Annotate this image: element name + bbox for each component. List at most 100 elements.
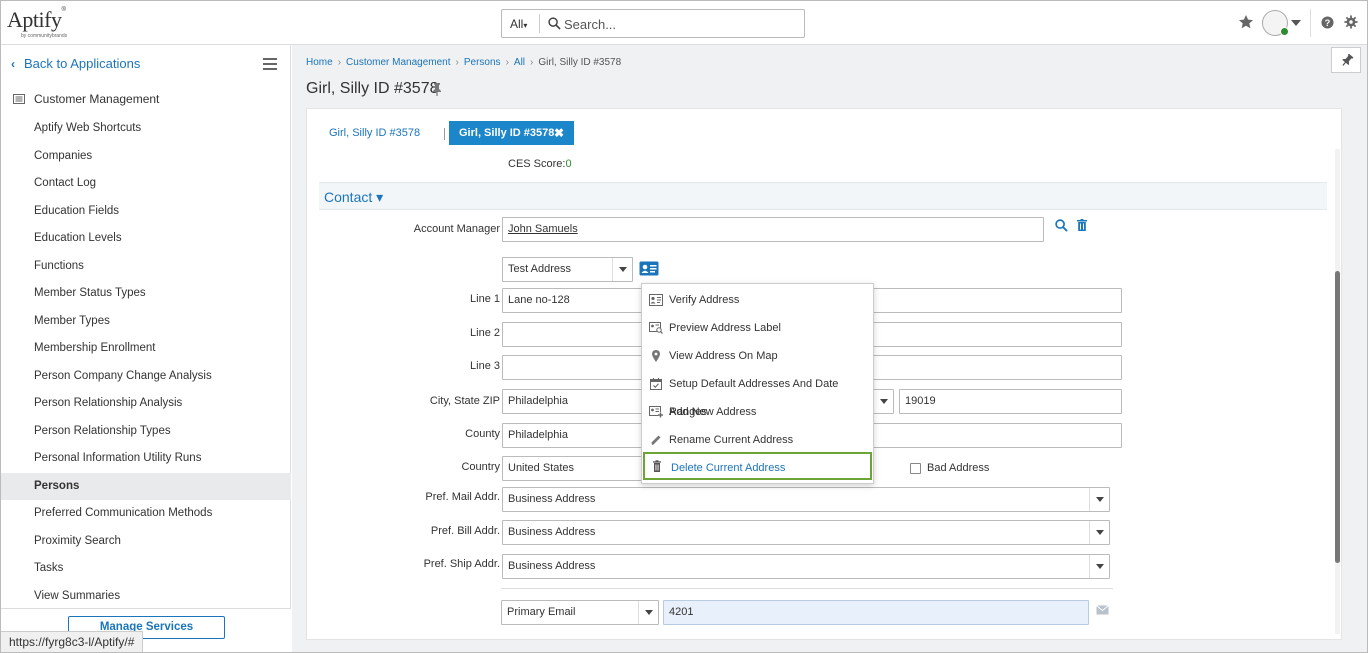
sidebar-item-proximity-search[interactable]: Proximity Search	[1, 528, 291, 556]
county-value: Philadelphia	[508, 429, 568, 441]
tab-person-record-active[interactable]: Girl, Silly ID #3578 ✖	[449, 121, 574, 145]
trash-icon[interactable]	[1077, 219, 1087, 231]
breadcrumb-customer-management[interactable]: Customer Management	[346, 57, 451, 68]
sidebar-item-education-fields[interactable]: Education Fields	[1, 198, 291, 226]
sidebar-item-functions[interactable]: Functions	[1, 253, 291, 281]
pin-panel-button[interactable]	[1331, 47, 1361, 73]
aptify-logo[interactable]: Aptify® by communitybrands	[7, 7, 73, 41]
back-to-applications-link[interactable]: ‹ Back to Applications	[11, 56, 140, 71]
breadcrumb-separator-icon: ›	[530, 57, 534, 68]
pref-ship-label: Pref. Ship Addr.	[423, 558, 500, 570]
menu-item-setup-default-addresses[interactable]: Setup Default Addresses And Date Ranges	[642, 370, 873, 418]
global-search: All▾	[501, 9, 805, 38]
menu-item-delete-current-address[interactable]: Delete Current Address	[643, 452, 872, 480]
breadcrumb-persons[interactable]: Persons	[464, 57, 501, 68]
pref-bill-select[interactable]: Business Address	[502, 520, 1110, 545]
address-search-icon	[649, 322, 663, 334]
city-state-zip-label: City, State ZIP	[429, 395, 500, 407]
breadcrumb-current: Girl, Silly ID #3578	[538, 57, 622, 68]
search-input[interactable]	[564, 14, 794, 34]
chevron-down-icon	[873, 390, 893, 413]
user-avatar[interactable]	[1262, 10, 1289, 36]
zip-field[interactable]: 19019	[899, 389, 1122, 414]
chevron-down-icon	[1089, 555, 1109, 578]
email-value: 4201	[669, 606, 694, 618]
pin-icon[interactable]	[432, 83, 442, 96]
sidebar-item-persons[interactable]: Persons	[1, 472, 291, 500]
breadcrumb-all[interactable]: All	[514, 57, 525, 68]
menu-item-rename-current-address[interactable]: Rename Current Address	[642, 426, 873, 454]
logo-subtitle: by communitybrands	[21, 33, 68, 39]
bad-address-checkbox[interactable]	[910, 463, 921, 474]
logo-text: Aptify	[7, 7, 62, 32]
menu-item-preview-address-label[interactable]: Preview Address Label	[642, 314, 873, 342]
sidebar-item-member-status-types[interactable]: Member Status Types	[1, 280, 291, 308]
search-scope-label: All	[510, 17, 524, 31]
form-divider	[501, 588, 1113, 589]
sidebar-item-person-relationship-types[interactable]: Person Relationship Types	[1, 418, 291, 446]
chevron-down-icon	[638, 601, 658, 624]
account-manager-field[interactable]: John Samuels	[502, 217, 1044, 242]
pencil-icon	[651, 435, 661, 445]
county-label: County	[465, 428, 500, 440]
line1-label: Line 1	[470, 293, 500, 305]
menu-item-label: Rename Current Address	[669, 434, 794, 446]
zip-value: 19019	[905, 395, 936, 407]
address-actions-menu: Verify Address Preview Address Label Vie…	[641, 283, 874, 484]
sidebar-item-person-relationship-analysis[interactable]: Person Relationship Analysis	[1, 390, 291, 418]
sidebar-item-companies[interactable]: Companies	[1, 143, 291, 171]
chevron-down-icon[interactable]	[1291, 20, 1301, 26]
form-scrollbar-thumb[interactable]	[1335, 271, 1340, 563]
pref-mail-select[interactable]: Business Address	[502, 487, 1110, 512]
pin-icon	[1342, 53, 1354, 66]
star-icon[interactable]	[1238, 14, 1254, 30]
envelope-icon[interactable]	[1096, 605, 1109, 615]
ces-score-label: CES Score:	[508, 158, 566, 170]
status-bar-url: https://fyrg8c3-l/Aptify/#	[1, 631, 144, 652]
sidebar-item-membership-enrollment[interactable]: Membership Enrollment	[1, 335, 291, 363]
sidebar-item-personal-information-utility-runs[interactable]: Personal Information Utility Runs	[1, 445, 291, 473]
calendar-check-icon	[650, 378, 662, 390]
back-label: Back to Applications	[24, 56, 141, 71]
gear-icon[interactable]	[1344, 15, 1358, 29]
breadcrumb-home[interactable]: Home	[306, 57, 333, 68]
contact-section-header[interactable]: Contact ▾	[319, 182, 1327, 210]
trash-icon	[653, 460, 661, 472]
account-manager-label: Account Manager	[413, 223, 500, 235]
menu-item-add-new-address[interactable]: Add New Address	[642, 398, 873, 426]
help-icon[interactable]: ?	[1321, 16, 1334, 29]
pref-ship-select[interactable]: Business Address	[502, 554, 1110, 579]
line3-label: Line 3	[470, 360, 500, 372]
sidebar-item-aptify-web-shortcuts[interactable]: Aptify Web Shortcuts	[1, 115, 291, 143]
search-divider	[539, 14, 540, 33]
sidebar: ‹ Back to Applications Customer Managemen…	[1, 45, 291, 652]
city-value: Philadelphia	[508, 395, 568, 407]
search-scope-dropdown[interactable]: All▾	[510, 17, 527, 31]
account-manager-link[interactable]: John Samuels	[508, 223, 578, 235]
menu-item-verify-address[interactable]: Verify Address	[642, 286, 873, 314]
email-type-select[interactable]: Primary Email	[501, 600, 659, 625]
menu-item-view-address-on-map[interactable]: View Address On Map	[642, 342, 873, 370]
sidebar-item-tasks[interactable]: Tasks	[1, 555, 291, 583]
address-type-select[interactable]: Test Address	[502, 257, 633, 282]
hamburger-menu-icon[interactable]	[263, 58, 277, 70]
menu-item-label: Add New Address	[669, 406, 757, 418]
email-field[interactable]: 4201	[663, 600, 1089, 625]
pref-mail-value: Business Address	[508, 493, 596, 505]
search-icon[interactable]	[1055, 219, 1068, 232]
country-value: United States	[508, 462, 575, 474]
chevron-left-icon: ‹	[11, 57, 15, 71]
close-icon[interactable]: ✖	[554, 121, 564, 145]
address-card-icon[interactable]	[639, 261, 659, 276]
sidebar-item-person-company-change-analysis[interactable]: Person Company Change Analysis	[1, 363, 291, 391]
sidebar-item-education-levels[interactable]: Education Levels	[1, 225, 291, 253]
tab-person-record[interactable]: Girl, Silly ID #3578	[329, 127, 420, 139]
sidebar-item-member-types[interactable]: Member Types	[1, 308, 291, 336]
sidebar-item-contact-log[interactable]: Contact Log	[1, 170, 291, 198]
header-divider	[1310, 9, 1311, 37]
sidebar-item-preferred-communication-methods[interactable]: Preferred Communication Methods	[1, 500, 291, 528]
sidebar-item-view-summaries[interactable]: View Summaries	[1, 583, 291, 611]
pref-bill-value: Business Address	[508, 526, 596, 538]
chevron-down-icon: ▾	[523, 21, 528, 30]
breadcrumb-separator-icon: ›	[505, 57, 509, 68]
